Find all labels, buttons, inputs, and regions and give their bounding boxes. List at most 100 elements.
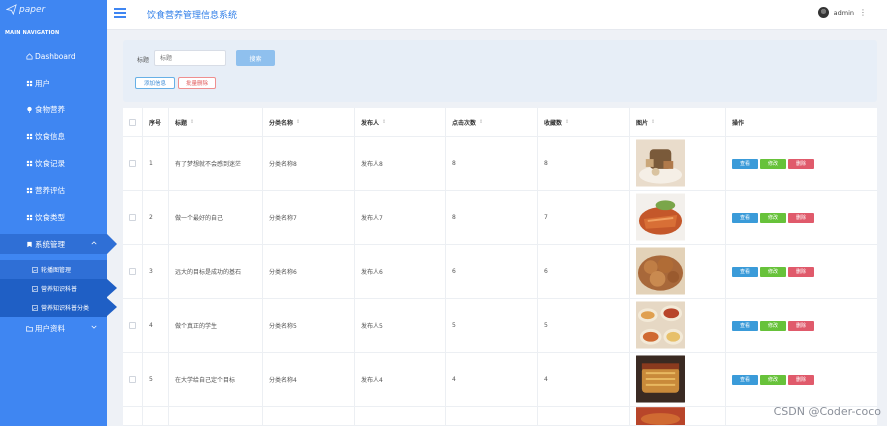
- view-button[interactable]: 查看: [732, 212, 758, 223]
- select-all-cell[interactable]: [123, 108, 143, 136]
- edit-button[interactable]: 修改: [760, 374, 786, 385]
- row-select-cell[interactable]: [123, 191, 143, 244]
- row-favorites: 5: [538, 299, 630, 352]
- row-title: 做一个最好的自己: [169, 191, 263, 244]
- row-checkbox[interactable]: [129, 160, 136, 167]
- active-pointer: [107, 279, 117, 297]
- sidebar-subitem-label: 营养知识科普分类: [41, 305, 90, 312]
- sidebar-item-food-nutrition[interactable]: 食物营养: [0, 99, 107, 119]
- view-button[interactable]: 查看: [732, 374, 758, 385]
- column-header[interactable]: 点击次数 ⇕: [446, 108, 538, 136]
- title-search-input[interactable]: [154, 50, 226, 66]
- sidebar-item-label: 食物营养: [35, 104, 65, 114]
- row-publisher: 发布人4: [355, 353, 446, 406]
- view-button[interactable]: 查看: [732, 158, 758, 169]
- delete-button[interactable]: 删除: [788, 266, 814, 277]
- edit-button[interactable]: 修改: [760, 266, 786, 277]
- row-title: 在大学给自己定个目标: [169, 353, 263, 406]
- sidebar-subitem-carousel[interactable]: 轮播图管理: [0, 260, 107, 279]
- sidebar-item-system[interactable]: 系统管理: [0, 234, 117, 254]
- column-header[interactable]: 标题 ⇕: [169, 108, 263, 136]
- grid-icon: [26, 214, 33, 221]
- row-select-cell[interactable]: [123, 299, 143, 352]
- row-favorites: 4: [538, 353, 630, 406]
- sidebar-item-nutrition-eval[interactable]: 营养评估: [0, 180, 107, 200]
- add-button[interactable]: 添加信息: [135, 77, 175, 89]
- search-button[interactable]: 搜索: [236, 50, 275, 66]
- food-image[interactable]: [636, 354, 685, 405]
- delete-button[interactable]: 删除: [788, 158, 814, 169]
- food-image[interactable]: [636, 300, 685, 351]
- sidebar-subitem-knowledge[interactable]: 营养知识科普: [0, 279, 117, 298]
- row-clicks: 4: [446, 353, 538, 406]
- sidebar-item-user-profile[interactable]: 用户资料: [0, 318, 107, 338]
- active-pointer: [107, 298, 117, 316]
- column-header[interactable]: 分类名称 ⇕: [263, 108, 355, 136]
- row-index: 3: [143, 245, 169, 298]
- row-checkbox[interactable]: [129, 322, 136, 329]
- row-category: 分类名称7: [263, 191, 355, 244]
- image-icon: [32, 304, 38, 311]
- sidebar-subitem-label: 营养知识科普: [41, 286, 78, 293]
- search-panel: 标题 搜索 添加信息 批量删除: [123, 40, 877, 102]
- sort-icon[interactable]: ⇕: [382, 119, 386, 125]
- row-title: 有了梦想就不会感到迷茫: [169, 137, 263, 190]
- sidebar-item-diet-info[interactable]: 饮食信息: [0, 126, 107, 146]
- sort-icon[interactable]: ⇕: [565, 119, 569, 125]
- edit-button[interactable]: 修改: [760, 158, 786, 169]
- row-actions: 查看 修改 删除: [726, 353, 877, 406]
- column-header[interactable]: 图片 ⇕: [630, 108, 726, 136]
- sidebar-item-dashboard[interactable]: Dashboard: [0, 46, 107, 66]
- row-select-cell[interactable]: [123, 353, 143, 406]
- image-icon: [32, 285, 38, 292]
- user-menu[interactable]: admin ⋮: [817, 7, 867, 18]
- nav-caption: MAIN NAVIGATION: [5, 30, 60, 36]
- view-button[interactable]: 查看: [732, 266, 758, 277]
- chevron-up-icon: [91, 241, 97, 245]
- watermark: CSDN @Coder-coco: [773, 405, 881, 418]
- delete-button[interactable]: 删除: [788, 212, 814, 223]
- grid-icon: [26, 80, 33, 87]
- grid-icon: [26, 133, 33, 140]
- logo[interactable]: paper: [6, 4, 45, 15]
- food-image[interactable]: [636, 192, 685, 243]
- sidebar-item-label: Dashboard: [35, 51, 76, 61]
- food-image[interactable]: [636, 138, 685, 189]
- select-all-checkbox[interactable]: [129, 118, 136, 126]
- sort-icon[interactable]: ⇕: [479, 119, 483, 125]
- row-checkbox[interactable]: [129, 268, 136, 275]
- sidebar-subitem-knowledge-category[interactable]: 营养知识科普分类: [0, 298, 117, 317]
- sidebar-item-diet-type[interactable]: 饮食类型: [0, 207, 107, 227]
- sort-icon[interactable]: ⇕: [651, 119, 655, 125]
- sort-icon[interactable]: ⇕: [296, 119, 300, 125]
- data-table: 序号 标题 ⇕ 分类名称 ⇕ 发布人 ⇕ 点击次数 ⇕ 收藏数 ⇕ 图片 ⇕ 操作 1 有了梦…: [123, 108, 877, 426]
- row-clicks: 5: [446, 299, 538, 352]
- row-index: 2: [143, 191, 169, 244]
- grid-icon: [26, 160, 33, 167]
- chevron-down-icon: [91, 325, 97, 329]
- menu-toggle-icon[interactable]: [114, 8, 126, 18]
- delete-button[interactable]: 删除: [788, 374, 814, 385]
- delete-button[interactable]: 删除: [788, 320, 814, 331]
- edit-button[interactable]: 修改: [760, 320, 786, 331]
- row-select-cell[interactable]: [123, 137, 143, 190]
- sidebar-item-diet-record[interactable]: 饮食记录: [0, 153, 107, 173]
- row-select-cell[interactable]: [123, 245, 143, 298]
- view-button[interactable]: 查看: [732, 320, 758, 331]
- edit-button[interactable]: 修改: [760, 212, 786, 223]
- sidebar-item-users[interactable]: 用户: [0, 73, 107, 93]
- more-vertical-icon[interactable]: ⋮: [859, 8, 867, 17]
- row-publisher: 发布人5: [355, 299, 446, 352]
- row-checkbox[interactable]: [129, 214, 136, 221]
- sort-icon[interactable]: ⇕: [190, 119, 194, 125]
- row-publisher: 发布人6: [355, 245, 446, 298]
- column-header[interactable]: 收藏数 ⇕: [538, 108, 630, 136]
- row-checkbox[interactable]: [129, 376, 136, 383]
- sidebar-item-label: 营养评估: [35, 185, 65, 195]
- food-image[interactable]: [636, 246, 685, 297]
- row-title: 远大的目标是成功的基石: [169, 245, 263, 298]
- batch-delete-button[interactable]: 批量删除: [178, 77, 216, 89]
- column-header[interactable]: 发布人 ⇕: [355, 108, 446, 136]
- row-image-cell: [630, 245, 726, 298]
- row-title: 做个真正的学生: [169, 299, 263, 352]
